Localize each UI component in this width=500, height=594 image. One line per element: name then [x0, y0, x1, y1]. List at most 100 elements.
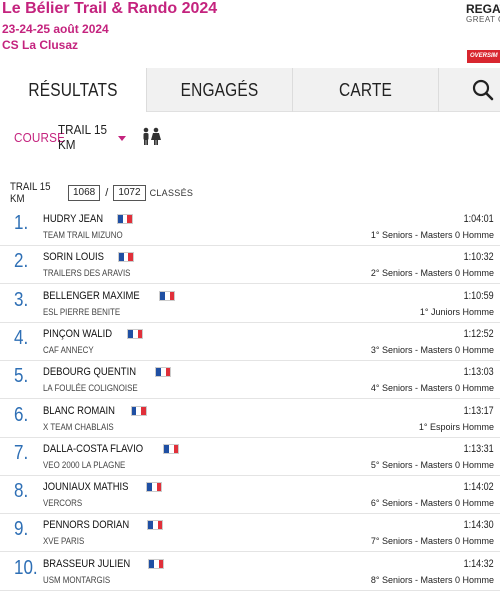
search-icon — [472, 79, 494, 101]
tab-divider — [146, 68, 147, 112]
runner-name[interactable]: SORIN LOUIS — [43, 251, 104, 263]
tab-carte[interactable]: CARTE — [303, 68, 428, 112]
finish-time: 1:14:30 — [463, 519, 494, 532]
tab-resultats[interactable]: RÉSULTATS — [10, 68, 136, 112]
event-header: Le Bélier Trail & Rando 2024 23-24-25 ao… — [0, 0, 500, 68]
result-rank: 2. — [14, 250, 29, 273]
results-summary: TRAIL 15 KM 1068 / 1072 CLASSÉS — [10, 181, 194, 205]
total-count: 1072 — [113, 185, 146, 201]
runner-club: TRAILERS DES ARAVIS — [43, 268, 131, 279]
result-name-line: PINÇON WALID — [43, 328, 144, 340]
runner-club: VEO 2000 LA PLAGNE — [43, 459, 126, 470]
event-title: Le Bélier Trail & Rando 2024 — [2, 0, 218, 17]
classes-label: CLASSÉS — [149, 188, 194, 198]
result-row[interactable]: 10. BRASSEUR JULIEN USM MONTARGIS 1:14:32 8°… — [0, 553, 500, 591]
france-flag-icon — [155, 367, 172, 378]
result-rank: 1. — [14, 212, 29, 234]
category-rank: 1° Seniors - Masters 0 Homme — [370, 230, 494, 240]
course-filter-value[interactable]: TRAIL 15 KM — [58, 122, 112, 152]
result-rank: 6. — [14, 403, 29, 426]
france-flag-icon — [159, 290, 176, 301]
category-rank: 7° Seniors - Masters 0 Homme — [370, 536, 494, 547]
result-rank: 8. — [14, 480, 29, 503]
summary-separator: / — [105, 187, 109, 199]
runner-club: TEAM TRAIL MIZUNO — [43, 230, 123, 240]
runner-club: USM MONTARGIS — [43, 574, 111, 585]
runner-club: XVE PARIS — [43, 536, 85, 547]
result-row[interactable]: 1. HUDRY JEAN TEAM TRAIL MIZUNO 1:04:01 1° S… — [0, 208, 500, 246]
sponsor-logo[interactable]: REGAT GREAT C OVERSIM — [464, 0, 500, 68]
result-row[interactable]: 6. BLANC ROMAIN X TEAM CHABLAIS 1:13:17 1° E… — [0, 400, 500, 438]
result-rank: 9. — [14, 518, 29, 541]
result-name-line: DALLA-COSTA FLAVIO — [43, 443, 180, 455]
finish-time: 1:04:01 — [463, 213, 494, 225]
finish-time: 1:10:32 — [463, 251, 494, 264]
runner-club: ESL PIERRE BENITE — [43, 306, 121, 317]
sponsor-badge: OVERSIM — [467, 50, 500, 63]
category-rank: 1° Juniors Homme — [419, 306, 494, 317]
result-name-line: JOUNIAUX MATHIS — [43, 481, 163, 493]
france-flag-icon — [116, 214, 133, 224]
result-row[interactable]: 4. PINÇON WALID CAF ANNECY 1:12:52 3° Senior… — [0, 323, 500, 361]
category-rank: 2° Seniors - Masters 0 Homme — [370, 268, 494, 279]
category-rank: 5° Seniors - Masters 0 Homme — [370, 459, 494, 470]
tab-engages[interactable]: ENGAGÉS — [157, 68, 282, 112]
france-flag-icon — [117, 252, 134, 263]
result-rank: 4. — [14, 326, 29, 349]
finish-time: 1:13:31 — [463, 442, 494, 455]
result-row[interactable]: 5. DEBOURG QUENTIN LA FOULÉE COLIGNOISE 1:1… — [0, 361, 500, 400]
result-rank: 10. — [14, 556, 38, 579]
runner-name[interactable]: HUDRY JEAN — [43, 213, 103, 225]
runner-name[interactable]: PENNORS DORIAN — [43, 519, 129, 531]
male-female-icon[interactable] — [140, 127, 162, 147]
ranked-count: 1068 — [68, 185, 101, 201]
event-dates: 23-24-25 août 2024 — [2, 22, 109, 36]
france-flag-icon — [148, 558, 165, 569]
search-button[interactable] — [466, 68, 500, 112]
france-flag-icon — [127, 328, 144, 339]
category-rank: 8° Seniors - Masters 0 Homme — [370, 574, 494, 585]
france-flag-icon — [147, 520, 164, 531]
category-rank: 1° Espoirs Homme — [418, 421, 494, 432]
runner-club: VERCORS — [43, 498, 83, 509]
runner-club: LA FOULÉE COLIGNOISE — [43, 383, 138, 394]
finish-time: 1:13:17 — [463, 404, 494, 417]
runner-club: CAF ANNECY — [43, 344, 94, 355]
result-name-line: BELLENGER MAXIME — [43, 290, 176, 302]
result-rank: 7. — [14, 441, 29, 464]
finish-time: 1:14:32 — [463, 557, 494, 570]
result-name-line: DEBOURG QUENTIN — [43, 366, 172, 378]
finish-time: 1:13:03 — [463, 366, 494, 379]
runner-name[interactable]: DEBOURG QUENTIN — [43, 366, 136, 378]
runner-name[interactable]: DALLA-COSTA FLAVIO — [43, 443, 143, 455]
result-row[interactable]: 2. SORIN LOUIS TRAILERS DES ARAVIS 1:10:32 2… — [0, 246, 500, 285]
tab-bar: RÉSULTATS ENGAGÉS CARTE — [0, 68, 500, 113]
result-row[interactable]: 9. PENNORS DORIAN XVE PARIS 1:14:30 7° Senio… — [0, 514, 500, 553]
summary-race: TRAIL 15 KM — [10, 181, 51, 205]
finish-time: 1:14:02 — [463, 481, 494, 494]
category-rank: 4° Seniors - Masters 0 Homme — [370, 383, 494, 394]
france-flag-icon — [146, 482, 163, 493]
runner-name[interactable]: JOUNIAUX MATHIS — [43, 481, 129, 493]
course-filter[interactable]: COURSE TRAIL 15 KM — [14, 122, 126, 152]
result-name-line: BRASSEUR JULIEN — [43, 558, 165, 570]
result-rank: 5. — [14, 365, 29, 388]
event-club: CS La Clusaz — [2, 38, 79, 52]
runner-name[interactable]: BLANC ROMAIN — [43, 405, 115, 417]
tab-divider — [438, 68, 439, 112]
result-row[interactable]: 8. JOUNIAUX MATHIS VERCORS 1:14:02 6° Senior… — [0, 476, 500, 515]
runner-name[interactable]: PINÇON WALID — [43, 328, 112, 340]
france-flag-icon — [130, 405, 147, 416]
sponsor-name: REGAT — [466, 2, 500, 16]
runner-name[interactable]: BRASSEUR JULIEN — [43, 558, 130, 570]
result-row[interactable]: 3. BELLENGER MAXIME ESL PIERRE BENITE 1:10:… — [0, 285, 500, 323]
result-name-line: BLANC ROMAIN — [43, 405, 147, 417]
result-row[interactable]: 7. DALLA-COSTA FLAVIO VEO 2000 LA PLAGNE 1:… — [0, 438, 500, 476]
chevron-down-icon[interactable] — [118, 135, 126, 141]
result-name-line: SORIN LOUIS — [43, 251, 134, 263]
runner-club: X TEAM CHABLAIS — [43, 421, 114, 432]
result-rank: 3. — [14, 288, 29, 311]
finish-time: 1:12:52 — [463, 327, 494, 340]
category-rank: 3° Seniors - Masters 0 Homme — [370, 344, 494, 355]
runner-name[interactable]: BELLENGER MAXIME — [43, 290, 140, 302]
